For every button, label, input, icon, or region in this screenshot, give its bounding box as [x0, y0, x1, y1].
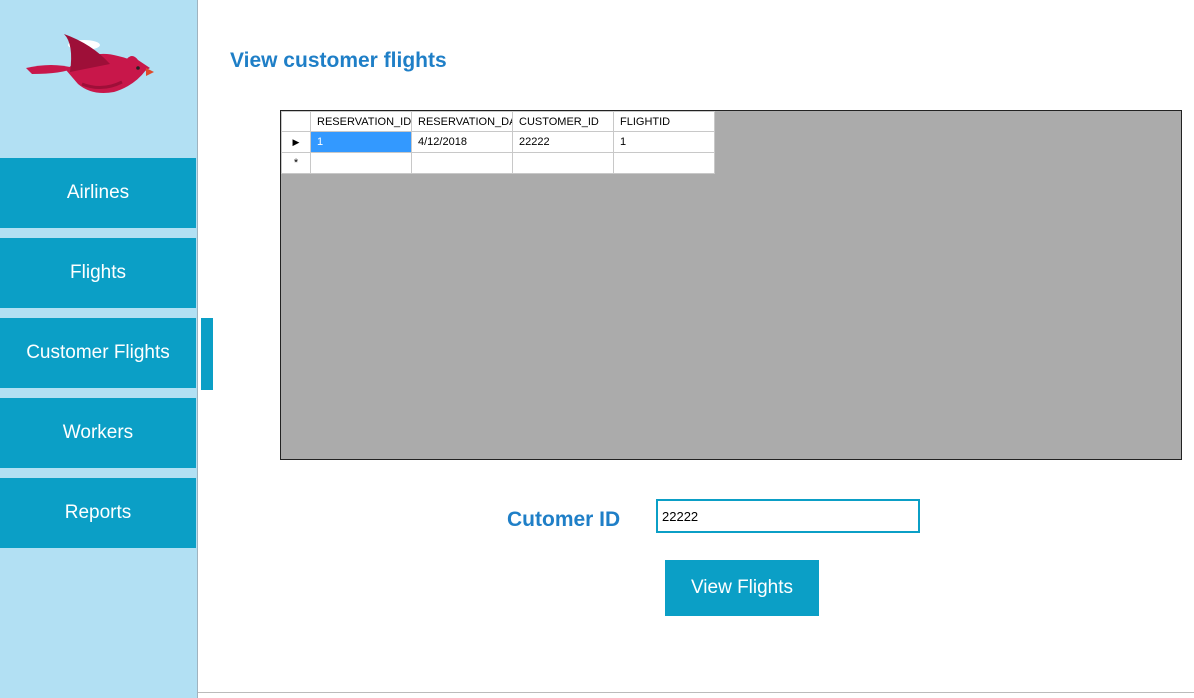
- column-header-flightid[interactable]: FLIGHTID: [613, 111, 715, 132]
- table-cell[interactable]: 1: [310, 131, 412, 153]
- new-row[interactable]: *: [281, 152, 715, 174]
- sidebar-item-label: Flights: [70, 262, 126, 283]
- column-header-customer-id[interactable]: CUSTOMER_ID: [512, 111, 614, 132]
- sidebar-item-label: Customer Flights: [26, 342, 170, 363]
- customer-id-label: Cutomer ID: [507, 508, 621, 531]
- sidebar-item-flights[interactable]: Flights: [0, 238, 196, 308]
- view-flights-button[interactable]: View Flights: [665, 560, 819, 616]
- column-header-reservation-id[interactable]: RESERVATION_ID: [310, 111, 412, 132]
- table-cell[interactable]: 4/12/2018: [411, 131, 513, 153]
- sidebar-item-label: Airlines: [66, 182, 130, 203]
- customer-id-input[interactable]: [656, 499, 920, 533]
- active-nav-indicator: [201, 318, 213, 390]
- page-title: View customer flights: [230, 49, 447, 72]
- table-cell[interactable]: [411, 152, 513, 174]
- cardinal-bird-logo: [26, 34, 154, 93]
- table-header-row: RESERVATION_ID RESERVATION_DAT CUSTOMER_…: [281, 111, 715, 132]
- sidebar-item-airlines[interactable]: Airlines: [0, 158, 196, 228]
- table-cell[interactable]: [310, 152, 412, 174]
- new-row-marker-icon[interactable]: *: [281, 152, 311, 174]
- table-row[interactable]: ▶ 1 4/12/2018 22222 1: [281, 131, 715, 153]
- sidebar-item-reports[interactable]: Reports: [0, 478, 196, 548]
- table-cell[interactable]: [613, 152, 715, 174]
- bottom-divider: [198, 692, 1194, 693]
- sidebar-item-label: Workers: [62, 422, 134, 443]
- sidebar-item-workers[interactable]: Workers: [0, 398, 196, 468]
- table-cell[interactable]: 1: [613, 131, 715, 153]
- row-header-corner: [281, 111, 311, 132]
- table-cell[interactable]: 22222: [512, 131, 614, 153]
- sidebar-item-customer-flights[interactable]: Customer Flights: [0, 318, 196, 388]
- column-header-reservation-date[interactable]: RESERVATION_DAT: [411, 111, 513, 132]
- reservations-grid[interactable]: RESERVATION_ID RESERVATION_DAT CUSTOMER_…: [280, 110, 1182, 460]
- reservations-table: RESERVATION_ID RESERVATION_DAT CUSTOMER_…: [281, 111, 715, 174]
- sidebar-divider: [197, 0, 198, 698]
- current-row-indicator-icon[interactable]: ▶: [281, 131, 311, 153]
- table-cell[interactable]: [512, 152, 614, 174]
- sidebar-item-label: Reports: [64, 502, 132, 523]
- sidebar: Airlines Flights Customer Flights Worker…: [0, 0, 197, 698]
